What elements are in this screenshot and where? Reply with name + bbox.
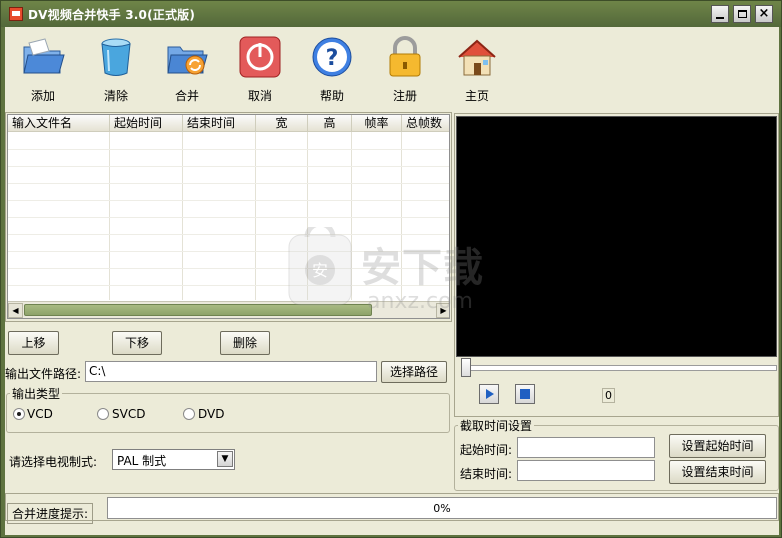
move-down-button[interactable]: 下移 (112, 331, 162, 355)
trash-can-icon (101, 38, 131, 76)
tv-standard-label: 请选择电视制式: (9, 455, 98, 469)
tv-standard-select[interactable]: PAL 制式 ▼ (112, 449, 235, 470)
radio-vcd-label[interactable]: VCD (27, 407, 53, 421)
grid-line (351, 132, 352, 300)
seek-slider-thumb[interactable] (461, 358, 471, 377)
register-label: 注册 (392, 89, 417, 103)
horizontal-scrollbar[interactable]: ◀ ▶ (8, 301, 449, 318)
app-icon (9, 7, 23, 21)
add-label: 添加 (30, 89, 55, 103)
stop-button[interactable] (515, 384, 535, 404)
grid-line (8, 285, 449, 286)
scrollbar-thumb[interactable] (24, 304, 372, 316)
column-header-end-time[interactable]: 结束时间 (183, 115, 256, 132)
scroll-right-icon[interactable]: ▶ (436, 303, 449, 318)
output-path-field[interactable]: C:\ (85, 361, 377, 382)
radio-dvd[interactable] (183, 408, 195, 420)
column-header-height[interactable]: 高 (308, 115, 352, 132)
clear-button[interactable]: 清除 (81, 27, 151, 107)
grid-line (8, 149, 449, 150)
frame-position-value: 0 (602, 388, 615, 403)
grid-line (109, 132, 110, 300)
register-button[interactable]: 注册 (370, 27, 440, 107)
grid-line (8, 200, 449, 201)
help-icon: ? (312, 37, 352, 77)
window-title: DV视频合并快手 3.0(正式版) (28, 8, 196, 22)
tv-standard-value: PAL 制式 (117, 454, 167, 468)
merge-folder-icon (167, 46, 208, 75)
radio-dvd-label[interactable]: DVD (198, 407, 224, 421)
grid-line (182, 132, 183, 300)
start-time-field[interactable] (517, 437, 655, 458)
lock-icon (389, 36, 421, 77)
video-preview (456, 116, 777, 357)
grid-line (401, 132, 402, 300)
clear-label: 清除 (103, 89, 128, 103)
cancel-label: 取消 (247, 89, 272, 103)
end-time-label: 结束时间: (460, 467, 513, 481)
output-type-title: 输出类型 (10, 385, 63, 402)
app-window: DV视频合并快手 3.0(正式版) × 添加 清除 合并 取消 ? 帮助 注册 … (0, 0, 782, 538)
progress-text: 0% (433, 502, 451, 515)
seek-slider-track[interactable] (461, 365, 777, 371)
help-label: 帮助 (319, 89, 344, 103)
close-icon: × (758, 6, 770, 21)
play-icon (486, 389, 494, 399)
grid-line (8, 268, 449, 269)
output-type-group (6, 393, 450, 433)
grid-line (8, 251, 449, 252)
end-time-field[interactable] (517, 460, 655, 481)
radio-vcd[interactable] (13, 408, 25, 420)
folder-icon (23, 38, 65, 74)
stop-icon (520, 389, 530, 399)
radio-svcd-label[interactable]: SVCD (112, 407, 145, 421)
merge-label: 合并 (174, 89, 199, 103)
set-start-time-button[interactable]: 设置起始时间 (669, 434, 766, 458)
grid-line (255, 132, 256, 300)
toolbar: 添加 清除 合并 取消 ? 帮助 注册 主页 (5, 27, 779, 109)
move-up-button[interactable]: 上移 (8, 331, 59, 355)
maximize-icon (737, 10, 747, 18)
client-area: 添加 清除 合并 取消 ? 帮助 注册 主页 输入文件名 起始时间 结束时间 宽… (5, 27, 779, 535)
clip-time-title: 截取时间设置 (458, 417, 535, 434)
scroll-left-icon[interactable]: ◀ (8, 303, 23, 318)
cancel-button[interactable]: 取消 (225, 27, 295, 107)
title-bar[interactable]: DV视频合并快手 3.0(正式版) × (1, 1, 781, 27)
minimize-icon (716, 16, 724, 19)
progress-label: 合并进度提示: (7, 503, 94, 524)
column-header-frame-rate[interactable]: 帧率 (352, 115, 402, 132)
column-header-width[interactable]: 宽 (256, 115, 308, 132)
maximize-button[interactable] (733, 5, 751, 23)
help-button[interactable]: ? 帮助 (297, 27, 367, 107)
output-path-label: 输出文件路径: (5, 367, 82, 381)
minimize-button[interactable] (711, 5, 729, 23)
grid-line (307, 132, 308, 300)
svg-text:?: ? (326, 46, 339, 71)
grid-line (8, 183, 449, 184)
file-table[interactable]: 输入文件名 起始时间 结束时间 宽 高 帧率 总帧数 ◀ ▶ (7, 114, 450, 319)
homepage-button[interactable]: 主页 (442, 27, 512, 107)
power-icon (239, 36, 281, 78)
grid-line (8, 166, 449, 167)
merge-progress-bar: 0% (107, 497, 777, 519)
column-header-start-time[interactable]: 起始时间 (110, 115, 183, 132)
table-header: 输入文件名 起始时间 结束时间 宽 高 帧率 总帧数 (8, 115, 449, 132)
home-icon (458, 39, 496, 76)
browse-path-button[interactable]: 选择路径 (381, 361, 447, 383)
close-button[interactable]: × (755, 5, 773, 23)
delete-button[interactable]: 删除 (220, 331, 270, 355)
chevron-down-icon[interactable]: ▼ (217, 451, 233, 467)
add-button[interactable]: 添加 (8, 27, 78, 107)
column-header-total-frames[interactable]: 总帧数 (402, 115, 449, 132)
radio-svcd[interactable] (97, 408, 109, 420)
homepage-label: 主页 (464, 89, 489, 103)
play-button[interactable] (479, 384, 499, 404)
merge-button[interactable]: 合并 (152, 27, 222, 107)
start-time-label: 起始时间: (460, 443, 513, 457)
grid-line (8, 217, 449, 218)
grid-line (8, 234, 449, 235)
column-header-filename[interactable]: 输入文件名 (8, 115, 110, 132)
set-end-time-button[interactable]: 设置结束时间 (669, 460, 766, 484)
